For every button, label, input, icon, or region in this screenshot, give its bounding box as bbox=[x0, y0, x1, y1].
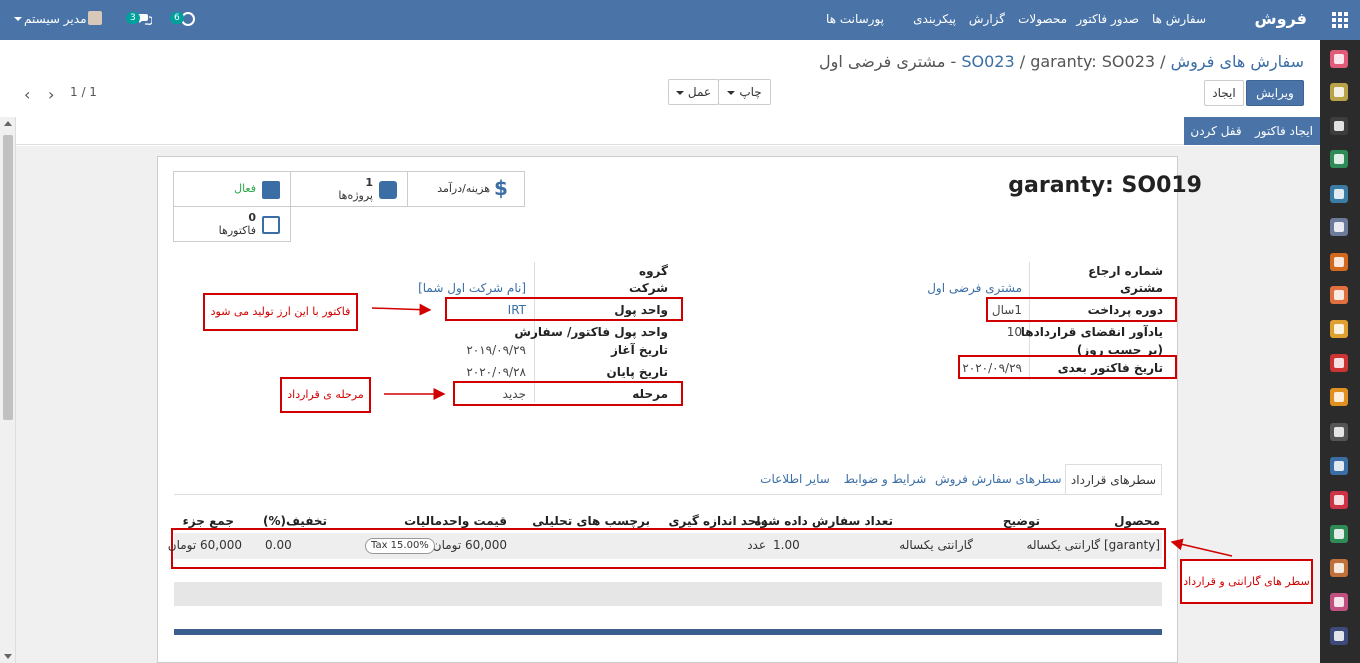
menu-orders[interactable]: سفارش ها bbox=[1152, 12, 1206, 26]
dollar-icon: $ bbox=[494, 176, 508, 200]
projects-count: 1 bbox=[365, 176, 373, 189]
totals-divider bbox=[174, 629, 1162, 635]
tab-terms[interactable]: شرایط و ضوابط bbox=[839, 464, 931, 495]
col-product[interactable]: محصول bbox=[1114, 514, 1160, 528]
active-toggle-button[interactable]: فعال bbox=[173, 171, 291, 207]
cell-subtotal: 60,000 تومان bbox=[167, 538, 242, 552]
employees-app-icon[interactable] bbox=[1330, 593, 1348, 611]
caret-down-icon bbox=[675, 90, 684, 95]
col-discount[interactable]: تخفیف(%) bbox=[263, 514, 327, 528]
caret-down-icon bbox=[727, 90, 736, 95]
action-dropdown[interactable]: عمل bbox=[668, 79, 719, 105]
user-avatar[interactable] bbox=[88, 11, 102, 25]
print-dropdown[interactable]: چاپ bbox=[718, 79, 771, 105]
menu-reporting[interactable]: گزارش bbox=[969, 12, 1005, 26]
pager-next-icon[interactable]: › bbox=[48, 85, 54, 104]
col-qty[interactable]: تعداد سفارش داده شده bbox=[754, 514, 893, 528]
contacts-app-icon[interactable] bbox=[1330, 150, 1348, 168]
invoices-button[interactable]: 0 فاکتورها bbox=[173, 206, 291, 242]
col-unit-price[interactable]: قیمت واحد bbox=[442, 514, 507, 528]
crm-app-icon[interactable] bbox=[1330, 218, 1348, 236]
apps-menu-icon[interactable] bbox=[1332, 12, 1348, 28]
action-label: عمل bbox=[687, 85, 712, 99]
menu-products[interactable]: محصولات bbox=[1018, 12, 1067, 26]
lines-arrow bbox=[1170, 538, 1233, 557]
tab-contract-lines[interactable]: سطرهای قرارداد bbox=[1065, 464, 1162, 495]
settings-app-icon[interactable] bbox=[1330, 185, 1348, 203]
activities-badge: 6 bbox=[170, 12, 184, 24]
col-subtotal[interactable]: جمع جزء bbox=[183, 514, 234, 528]
menu-configuration[interactable]: پیکربندی bbox=[913, 12, 956, 26]
menu-commissions[interactable]: پورسانت ها bbox=[826, 12, 884, 26]
messages-badge: 3 bbox=[126, 12, 140, 24]
sales-app-icon[interactable] bbox=[1330, 253, 1348, 271]
apps-app-icon[interactable] bbox=[1330, 627, 1348, 645]
create-button[interactable]: ایجاد bbox=[1204, 80, 1244, 106]
active-label: فعال bbox=[234, 182, 256, 195]
scroll-down-icon[interactable] bbox=[4, 654, 12, 659]
app-brand: فروش bbox=[1254, 9, 1307, 28]
cost-revenue-button[interactable]: $ هزینه/درآمد bbox=[407, 171, 525, 207]
user-name[interactable]: مدیر سیستم bbox=[24, 12, 87, 26]
col-uom[interactable]: واحد اندازه گیری bbox=[668, 514, 768, 528]
currency-arrow bbox=[371, 303, 432, 316]
breadcrumb-sales-orders[interactable]: سفارش های فروش bbox=[1171, 52, 1304, 71]
pager-prev-icon[interactable]: ‹ bbox=[24, 85, 30, 104]
archive-icon bbox=[262, 181, 280, 199]
puzzle-icon bbox=[379, 181, 397, 199]
create-invoice-button[interactable]: ایجاد فاکتور bbox=[1248, 117, 1320, 145]
record-title: garanty: SO019 bbox=[1008, 173, 1202, 198]
edit-button[interactable]: ویرایش bbox=[1246, 80, 1304, 106]
cell-product[interactable]: [garanty] گارانتی یکساله bbox=[1026, 538, 1160, 552]
edit-icon bbox=[262, 216, 280, 234]
menu-invoicing[interactable]: صدور فاکتور bbox=[1076, 12, 1139, 26]
breadcrumb: سفارش های فروش / SO023 / garanty: SO023 … bbox=[819, 52, 1304, 71]
cell-uom[interactable]: عدد bbox=[747, 538, 766, 552]
invoices-count: 0 bbox=[248, 211, 256, 224]
cell-unit-price[interactable]: 60,000 تومان bbox=[433, 538, 507, 552]
tab-other-info[interactable]: سایر اطلاعات bbox=[757, 464, 833, 495]
top-navbar: فروش سفارش ها صدور فاکتور محصولات گزارش … bbox=[0, 0, 1360, 40]
lock-button[interactable]: قفل کردن bbox=[1184, 117, 1248, 145]
invoices-label: فاکتورها bbox=[218, 224, 256, 237]
add-line-row[interactable] bbox=[174, 582, 1162, 606]
cell-description[interactable]: گارانتی یکساله bbox=[899, 538, 973, 552]
projects-button[interactable]: 1 پروژه‌ها bbox=[290, 171, 408, 207]
tab-sale-order-lines[interactable]: سطرهای سفارش فروش bbox=[935, 464, 1062, 495]
scrollbar-thumb[interactable] bbox=[3, 135, 13, 420]
col-tax[interactable]: مالیات bbox=[404, 514, 442, 528]
ref-label: شماره ارجاع bbox=[1088, 264, 1163, 278]
discuss-app-icon[interactable] bbox=[1330, 50, 1348, 68]
col-analytic[interactable]: برچسب های تحلیلی bbox=[532, 514, 650, 528]
status-bar bbox=[16, 117, 1320, 145]
group-label: گروه bbox=[639, 264, 668, 278]
print-label: چاپ bbox=[739, 85, 762, 99]
table-row[interactable] bbox=[174, 533, 1162, 559]
notes-app-icon[interactable] bbox=[1330, 117, 1348, 135]
user-dropdown-caret-icon[interactable] bbox=[14, 17, 22, 21]
cell-discount[interactable]: 0.00 bbox=[265, 538, 292, 552]
pager-value[interactable]: 1 / 1 bbox=[70, 85, 97, 99]
cell-qty[interactable]: 1.00 bbox=[773, 538, 800, 552]
scroll-up-icon[interactable] bbox=[4, 121, 12, 126]
cost-label: هزینه/درآمد bbox=[437, 182, 490, 195]
breadcrumb-separator: / bbox=[1160, 52, 1166, 71]
projects-label: پروژه‌ها bbox=[338, 189, 373, 202]
breadcrumb-separator: / bbox=[1019, 52, 1026, 71]
calendar-app-icon[interactable] bbox=[1330, 83, 1348, 101]
breadcrumb-order[interactable]: SO023 bbox=[961, 52, 1014, 71]
tab-divider bbox=[174, 494, 1162, 495]
col-description[interactable]: توضیح bbox=[1003, 514, 1040, 528]
cell-tax-tag[interactable]: Tax 15.00% bbox=[365, 538, 435, 554]
